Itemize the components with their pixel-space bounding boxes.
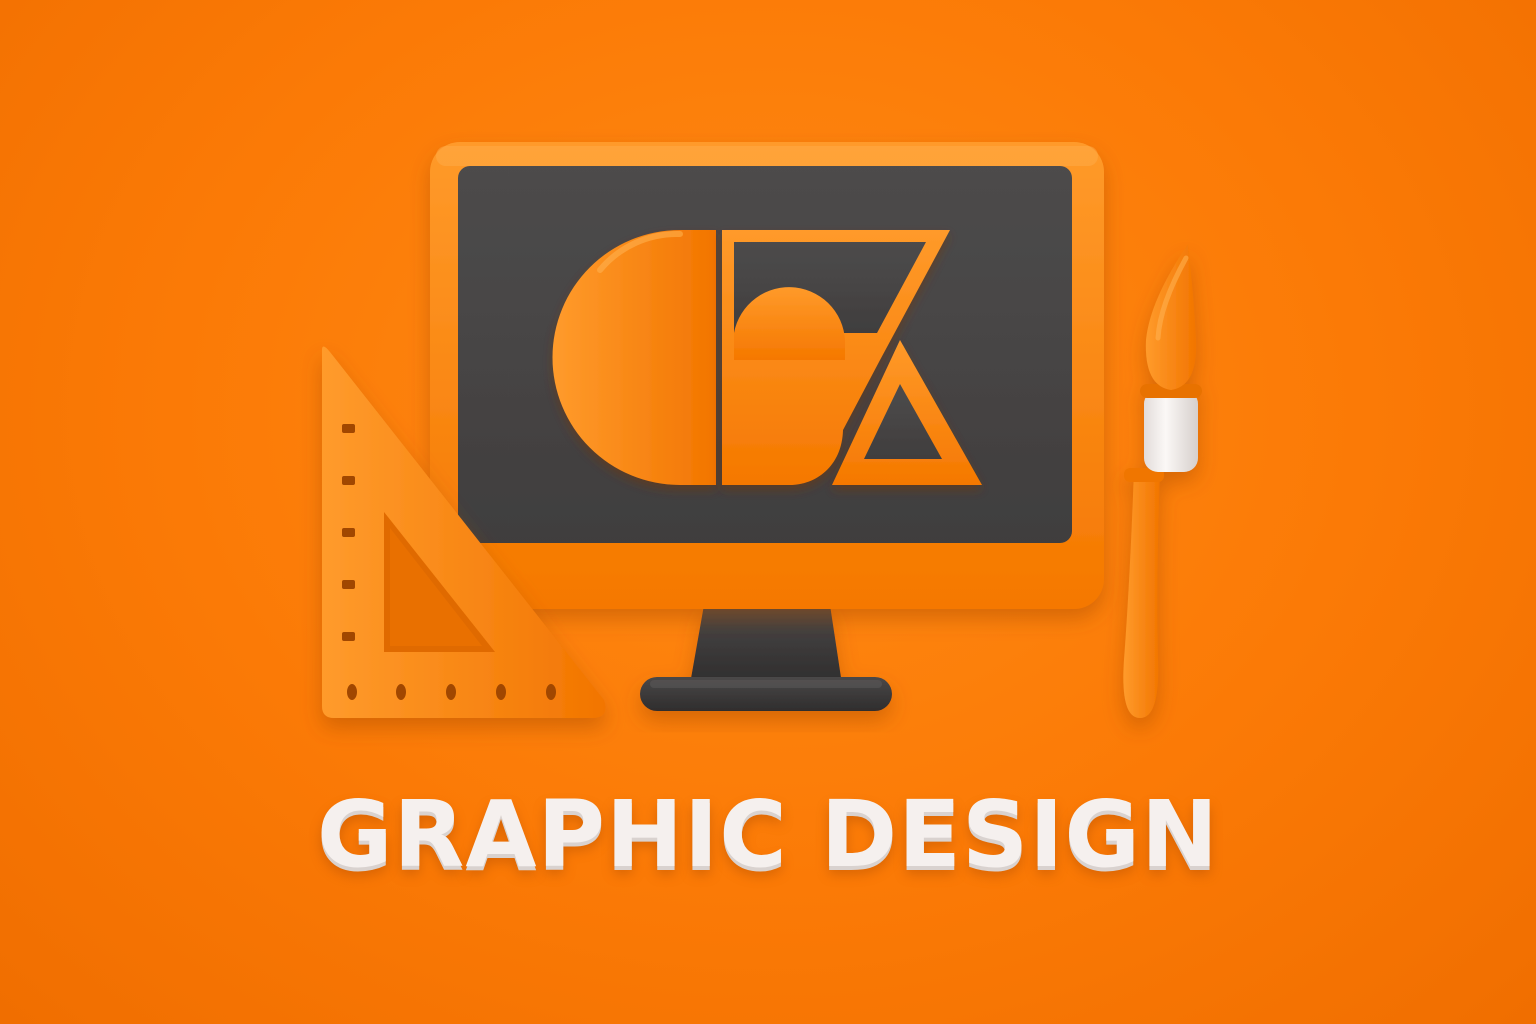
brush-ferrule bbox=[1144, 390, 1198, 472]
caption-title: GRAPHIC DESIGN bbox=[317, 781, 1219, 888]
paintbrush-icon bbox=[1123, 244, 1202, 718]
brush-tip bbox=[1145, 244, 1197, 390]
monitor-stand bbox=[640, 605, 892, 711]
